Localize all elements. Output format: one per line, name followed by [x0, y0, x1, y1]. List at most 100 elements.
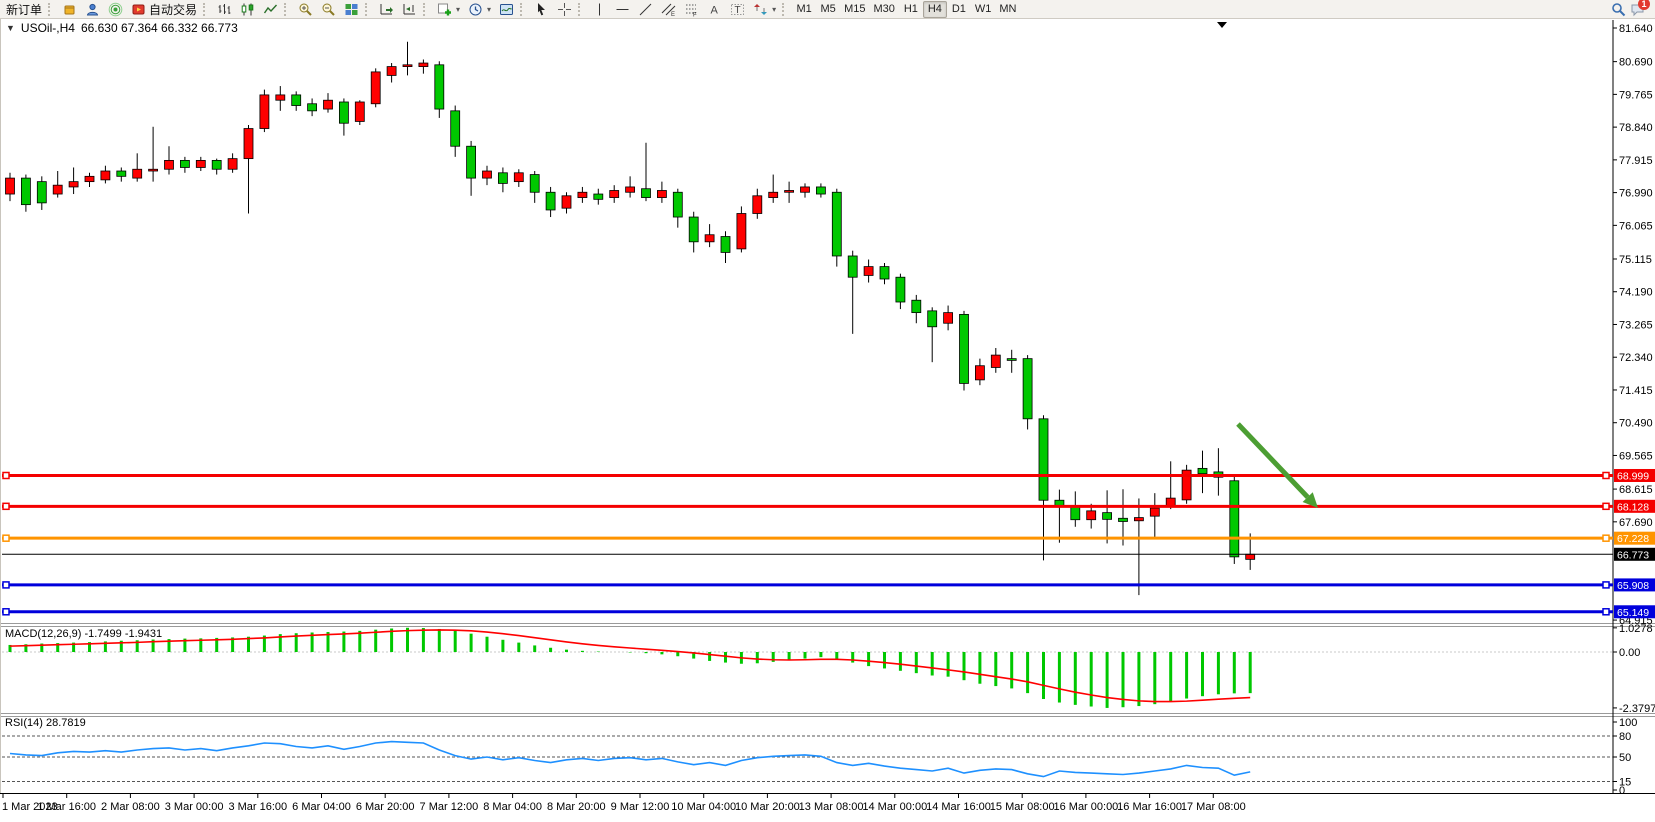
svg-text:A: A	[711, 4, 719, 16]
zoom-in-icon	[298, 2, 313, 17]
arrows-button[interactable]: ▾	[749, 1, 780, 18]
search-button[interactable]	[1607, 1, 1630, 18]
price-tag-label: 65.908	[1617, 580, 1649, 592]
period-selector-button[interactable]: ▾	[464, 1, 495, 18]
price-tag-label: 68.128	[1617, 501, 1649, 513]
line-anchor-handle[interactable]	[1603, 503, 1609, 509]
signals-button[interactable]	[104, 1, 127, 18]
line-anchor-handle[interactable]	[1603, 535, 1609, 541]
timeframe-group: M1M5M15M30H1H4D1W1MN	[792, 1, 1020, 18]
main-toolbar: 新订单 自动交易 ▾ ▾	[0, 0, 1655, 19]
time-axis-label: 6 Mar 20:00	[356, 801, 415, 813]
symbol-period-label: USOil-,H4	[21, 21, 75, 35]
tile-windows-button[interactable]	[340, 1, 363, 18]
auto-scroll-button[interactable]	[375, 1, 398, 18]
timeframe-button-m15[interactable]: M15	[840, 1, 869, 18]
chart-canvas[interactable]: 81.64080.69079.76578.84077.91576.99076.0…	[0, 19, 1655, 822]
vertical-line-button[interactable]	[588, 1, 611, 18]
text-label-button[interactable]: T	[726, 1, 749, 18]
crosshair-icon	[557, 2, 572, 17]
cursor-button[interactable]	[530, 1, 553, 18]
trendline-button[interactable]	[634, 1, 657, 18]
toolbar-grip	[782, 3, 788, 16]
line-anchor-handle[interactable]	[3, 582, 9, 588]
chart-title: ▼ USOil-,H4 66.630 67.364 66.332 66.773	[6, 21, 238, 35]
time-axis-label: 9 Mar 12:00	[611, 801, 670, 813]
svg-text:T: T	[735, 5, 741, 16]
line-anchor-handle[interactable]	[3, 503, 9, 509]
time-axis-label: 1 Mar 16:00	[37, 801, 96, 813]
rsi-axis-label: 0	[1619, 785, 1625, 797]
price-axis-label: 71.415	[1619, 385, 1653, 397]
zoom-out-icon	[321, 2, 336, 17]
timeframe-button-m1[interactable]: M1	[792, 1, 816, 18]
fibonacci-icon: F	[684, 2, 699, 17]
macd-axis-label: 1.0278	[1619, 623, 1653, 635]
signals-icon	[108, 2, 123, 17]
price-tag-label: 65.149	[1617, 607, 1649, 619]
auto-trading-button[interactable]: 自动交易	[127, 1, 201, 18]
auto-trading-label: 自动交易	[149, 1, 197, 18]
line-anchor-handle[interactable]	[3, 535, 9, 541]
text-label-icon: T	[730, 2, 745, 17]
horizontal-line-button[interactable]	[611, 1, 634, 18]
clock-icon	[468, 2, 483, 17]
profile-button[interactable]	[81, 1, 104, 18]
line-anchor-handle[interactable]	[1603, 609, 1609, 615]
timeframe-button-h1[interactable]: H1	[899, 1, 923, 18]
chevron-down-icon: ▾	[487, 5, 491, 14]
time-axis-label: 6 Mar 04:00	[292, 801, 351, 813]
line-anchor-handle[interactable]	[1603, 472, 1609, 478]
toolbar-grip	[520, 3, 526, 16]
new-order-button[interactable]: 新订单	[2, 1, 46, 18]
add-indicator-button[interactable]: ▾	[433, 1, 464, 18]
line-anchor-handle[interactable]	[1603, 582, 1609, 588]
toolbar-grip	[284, 3, 290, 16]
timeframe-button-w1[interactable]: W1	[971, 1, 996, 18]
macd-axis-label: 0.00	[1619, 647, 1640, 659]
macd-axis-label: -2.3797	[1619, 703, 1655, 715]
price-axis-label: 67.690	[1619, 517, 1653, 529]
price-tag-label: 67.228	[1617, 533, 1649, 545]
timeframe-button-m30[interactable]: M30	[869, 1, 898, 18]
timeframe-button-h4[interactable]: H4	[923, 1, 947, 18]
arrows-icon	[753, 2, 768, 17]
one-click-trading-arrow-icon[interactable]: ▼	[6, 23, 15, 33]
text-button[interactable]: A	[703, 1, 726, 18]
time-axis-label: 17 Mar 08:00	[1181, 801, 1246, 813]
macd-indicator-label: MACD(12,26,9) -1.7499 -1.9431	[5, 628, 162, 640]
time-axis-label: 10 Mar 20:00	[735, 801, 800, 813]
time-axis-label: 8 Mar 20:00	[547, 801, 606, 813]
svg-text:F: F	[693, 12, 697, 17]
equidistant-channel-icon: E	[661, 2, 676, 17]
crosshair-button[interactable]	[553, 1, 576, 18]
auto-trading-icon	[131, 2, 146, 17]
package-button[interactable]	[58, 1, 81, 18]
candle-chart-button[interactable]	[236, 1, 259, 18]
zoom-in-button[interactable]	[294, 1, 317, 18]
time-axis-label: 14 Mar 00:00	[862, 801, 927, 813]
notifications[interactable]: 1	[1630, 2, 1645, 17]
price-axis-label: 72.340	[1619, 352, 1653, 364]
timeframe-button-mn[interactable]: MN	[995, 1, 1020, 18]
chart-shift-button[interactable]	[398, 1, 421, 18]
ohlc-values: 66.630 67.364 66.332 66.773	[81, 21, 238, 35]
line-anchor-handle[interactable]	[3, 472, 9, 478]
line-chart-button[interactable]	[259, 1, 282, 18]
time-axis-label: 16 Mar 16:00	[1117, 801, 1182, 813]
chevron-down-icon: ▾	[772, 5, 776, 14]
bar-chart-button[interactable]	[213, 1, 236, 18]
timeframe-button-m5[interactable]: M5	[816, 1, 840, 18]
equidistant-channel-button[interactable]: E	[657, 1, 680, 18]
templates-button[interactable]	[495, 1, 518, 18]
price-tag-label: 68.999	[1617, 470, 1649, 482]
notification-badge: 1	[1638, 0, 1650, 10]
vertical-line-icon	[592, 2, 607, 17]
search-icon	[1611, 2, 1626, 17]
zoom-out-button[interactable]	[317, 1, 340, 18]
price-axis-label: 77.915	[1619, 155, 1653, 167]
time-axis-label: 10 Mar 04:00	[671, 801, 736, 813]
line-anchor-handle[interactable]	[3, 609, 9, 615]
fibonacci-button[interactable]: F	[680, 1, 703, 18]
timeframe-button-d1[interactable]: D1	[947, 1, 971, 18]
